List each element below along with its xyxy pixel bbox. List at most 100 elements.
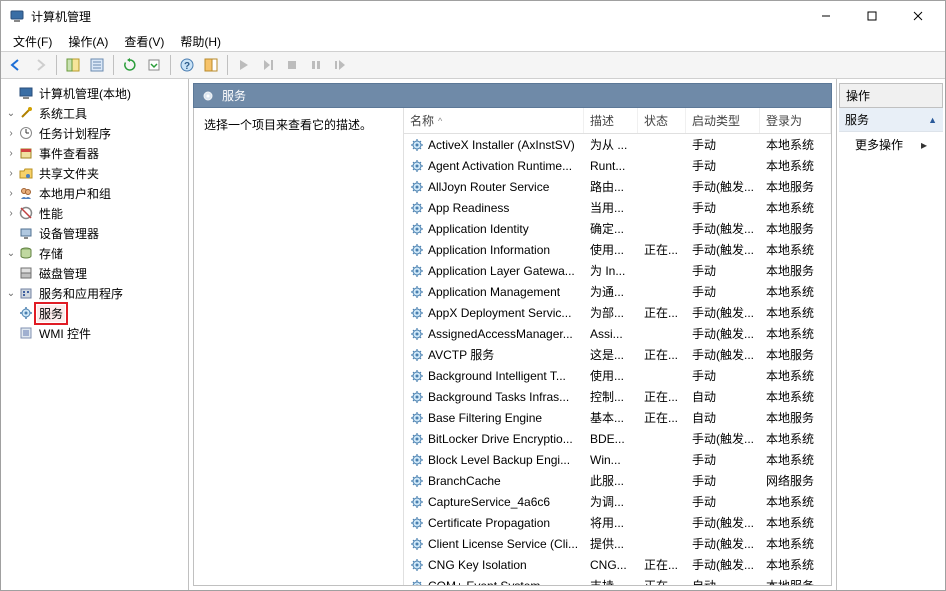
service-startup: 手动 (686, 199, 760, 216)
service-startup: 手动(触发... (686, 325, 760, 342)
tree-disk-management[interactable]: 磁盘管理 (3, 263, 186, 283)
tree-root[interactable]: 计算机管理(本地) (3, 83, 186, 103)
toolbar-separator (113, 55, 114, 75)
export-list-button[interactable] (143, 54, 165, 76)
collapse-icon[interactable]: ⌄ (5, 108, 17, 119)
service-logon: 本地系统 (760, 535, 831, 552)
actions-sub[interactable]: 服务 ▲ (839, 108, 943, 132)
column-name[interactable]: 名称^ (404, 108, 584, 133)
middle-title: 服务 (222, 87, 246, 104)
service-row[interactable]: AllJoyn Router Service路由...手动(触发...本地服务 (404, 176, 831, 197)
service-desc: 为 In... (584, 262, 638, 279)
service-row[interactable]: Application Management为通...手动本地系统 (404, 281, 831, 302)
step-service-button[interactable] (257, 54, 279, 76)
restart-service-button[interactable] (329, 54, 351, 76)
help-button[interactable]: ? (176, 54, 198, 76)
tree-shared-folders[interactable]: ›共享文件夹 (3, 163, 186, 183)
maximize-button[interactable] (849, 1, 895, 31)
tree-device-manager[interactable]: 设备管理器 (3, 223, 186, 243)
title-bar: 计算机管理 (1, 1, 945, 31)
gear-icon (410, 558, 424, 572)
service-row[interactable]: Client License Service (Cli...提供...手动(触发… (404, 533, 831, 554)
gear-icon (410, 285, 424, 299)
computer-management-icon (9, 8, 25, 24)
expand-icon[interactable]: › (5, 168, 17, 179)
description-placeholder: 选择一个项目来查看它的描述。 (204, 118, 372, 132)
service-desc: 控制... (584, 388, 638, 405)
menu-file[interactable]: 文件(F) (7, 32, 58, 51)
tree-event-viewer[interactable]: › 事件查看器 (3, 143, 186, 163)
service-row[interactable]: App Readiness当用...手动本地系统 (404, 197, 831, 218)
service-row[interactable]: Block Level Backup Engi...Win...手动本地系统 (404, 449, 831, 470)
service-row[interactable]: Base Filtering Engine基本...正在...自动本地服务 (404, 407, 831, 428)
service-logon: 本地系统 (760, 388, 831, 405)
list-rows[interactable]: ActiveX Installer (AxInstSV)为从 ...手动本地系统… (404, 134, 831, 585)
service-startup: 手动 (686, 283, 760, 300)
service-row[interactable]: Application Identity确定...手动(触发...本地服务 (404, 218, 831, 239)
services-apps-icon (18, 285, 34, 301)
expand-icon[interactable]: › (5, 188, 17, 199)
service-state: 正在... (638, 346, 686, 363)
service-row[interactable]: AppX Deployment Servic...为部...正在...手动(触发… (404, 302, 831, 323)
start-service-button[interactable] (233, 54, 255, 76)
action-pane-button[interactable] (200, 54, 222, 76)
service-startup: 手动 (686, 451, 760, 468)
service-row[interactable]: AVCTP 服务这是...正在...手动(触发...本地服务 (404, 344, 831, 365)
device-icon (18, 225, 34, 241)
expand-icon[interactable]: › (5, 208, 17, 219)
actions-more[interactable]: 更多操作 ▸ (839, 132, 943, 157)
expand-icon[interactable]: › (5, 128, 17, 139)
tree-services[interactable]: 服务 (3, 303, 186, 323)
tree-wmi[interactable]: WMI 控件 (3, 323, 186, 343)
service-row[interactable]: CaptureService_4a6c6为调...手动本地系统 (404, 491, 831, 512)
service-row[interactable]: Agent Activation Runtime...Runt...手动本地系统 (404, 155, 831, 176)
collapse-icon[interactable]: ⌄ (5, 288, 17, 299)
expand-icon[interactable]: › (5, 148, 17, 159)
service-row[interactable]: Background Tasks Infras...控制...正在...自动本地… (404, 386, 831, 407)
service-row[interactable]: Application Layer Gatewa...为 In...手动本地服务 (404, 260, 831, 281)
service-row[interactable]: Background Intelligent T...使用...手动本地系统 (404, 365, 831, 386)
gear-icon (410, 516, 424, 530)
tree-performance[interactable]: ›性能 (3, 203, 186, 223)
tree-label: 事件查看器 (37, 145, 101, 162)
pause-service-button[interactable] (305, 54, 327, 76)
service-row[interactable]: BranchCache此服...手动网络服务 (404, 470, 831, 491)
minimize-button[interactable] (803, 1, 849, 31)
service-row[interactable]: ActiveX Installer (AxInstSV)为从 ...手动本地系统 (404, 134, 831, 155)
column-description[interactable]: 描述 (584, 108, 638, 133)
tree-storage[interactable]: ⌄ 存储 (3, 243, 186, 263)
menu-action[interactable]: 操作(A) (62, 32, 114, 51)
service-row[interactable]: CNG Key IsolationCNG...正在...手动(触发...本地系统 (404, 554, 831, 575)
users-icon (18, 185, 34, 201)
column-startup[interactable]: 启动类型 (686, 108, 760, 133)
service-state: 正在... (638, 409, 686, 426)
forward-button[interactable] (29, 54, 51, 76)
tree-task-scheduler[interactable]: ›任务计划程序 (3, 123, 186, 143)
column-state[interactable]: 状态 (638, 108, 686, 133)
menu-view[interactable]: 查看(V) (118, 32, 170, 51)
tree-system-tools[interactable]: ⌄ 系统工具 (3, 103, 186, 123)
menu-help[interactable]: 帮助(H) (174, 32, 227, 51)
service-row[interactable]: Application Information使用...正在...手动(触发..… (404, 239, 831, 260)
close-button[interactable] (895, 1, 941, 31)
column-logon[interactable]: 登录为 (760, 108, 831, 133)
properties-button[interactable] (86, 54, 108, 76)
back-button[interactable] (5, 54, 27, 76)
refresh-button[interactable] (119, 54, 141, 76)
navigation-tree[interactable]: 计算机管理(本地) ⌄ 系统工具 ›任务计划程序 › 事件查看器 ›共享文件夹 ›… (1, 79, 189, 590)
service-startup: 手动(触发... (686, 220, 760, 237)
service-row[interactable]: Certificate Propagation将用...手动(触发...本地系统 (404, 512, 831, 533)
service-row[interactable]: AssignedAccessManager...Assi...手动(触发...本… (404, 323, 831, 344)
service-row[interactable]: COM+ Event System支持...正在...自动本地服务 (404, 575, 831, 585)
tree-services-apps[interactable]: ⌄ 服务和应用程序 (3, 283, 186, 303)
service-desc: CNG... (584, 558, 638, 572)
stop-service-button[interactable] (281, 54, 303, 76)
collapse-icon[interactable]: ⌄ (5, 248, 17, 259)
gear-icon (410, 411, 424, 425)
service-desc: 路由... (584, 178, 638, 195)
tree-local-users[interactable]: ›本地用户和组 (3, 183, 186, 203)
show-hide-tree-button[interactable] (62, 54, 84, 76)
service-desc: 使用... (584, 367, 638, 384)
sort-asc-icon: ^ (438, 116, 442, 126)
service-row[interactable]: BitLocker Drive Encryptio...BDE...手动(触发.… (404, 428, 831, 449)
